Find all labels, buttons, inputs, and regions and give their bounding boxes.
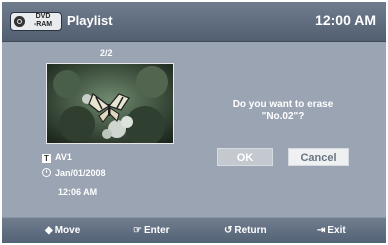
record-date: Jan/01/2008 (55, 168, 106, 178)
enter-hint: ☞ Enter (133, 225, 170, 236)
exit-label: Exit (327, 225, 346, 236)
playlist-screen: DVD -RAM Playlist 12:00 AM 2/2 Do you wa… (2, 2, 386, 243)
time-info: 12:06 AM (58, 187, 97, 197)
enter-icon: ☞ (133, 225, 142, 236)
erase-confirm-message: Do you want to erase "No.02"? (208, 99, 358, 123)
return-icon: ↺ (224, 225, 233, 236)
ok-button[interactable]: OK (217, 148, 273, 166)
prompt-line-1: Do you want to erase (232, 99, 334, 110)
cancel-button[interactable]: Cancel (288, 148, 349, 166)
source-info: T AV1 (42, 152, 72, 163)
disc-icon (14, 16, 25, 27)
enter-label: Enter (143, 225, 170, 236)
butterfly-photo (47, 64, 173, 143)
source-label: AV1 (55, 152, 72, 162)
title-counter: 2/2 (100, 48, 113, 58)
disc-type-label: DVD -RAM (33, 13, 53, 28)
header-bar: DVD -RAM Playlist 12:00 AM (2, 2, 386, 42)
return-hint: ↺ Return (224, 225, 267, 236)
exit-hint: ⇥ Exit (317, 225, 346, 236)
dvd-ram-disc-icon: DVD -RAM (11, 13, 61, 30)
clock-icon (42, 168, 51, 177)
prompt-line-2: "No.02"? (261, 111, 305, 122)
exit-icon: ⇥ (317, 225, 326, 236)
title-icon: T (42, 154, 51, 163)
title-thumbnail (46, 63, 174, 144)
move-label: Move (54, 225, 81, 236)
move-icon: ◆ (45, 225, 53, 236)
clock-display: 12:00 AM (315, 12, 376, 28)
return-label: Return (234, 225, 267, 236)
date-info: Jan/01/2008 (42, 168, 106, 178)
record-time: 12:06 AM (58, 187, 98, 197)
move-hint: ◆ Move (45, 225, 80, 236)
page-title: Playlist (67, 13, 113, 28)
footer-bar: ◆ Move ☞ Enter ↺ Return ⇥ Exit (2, 217, 386, 243)
